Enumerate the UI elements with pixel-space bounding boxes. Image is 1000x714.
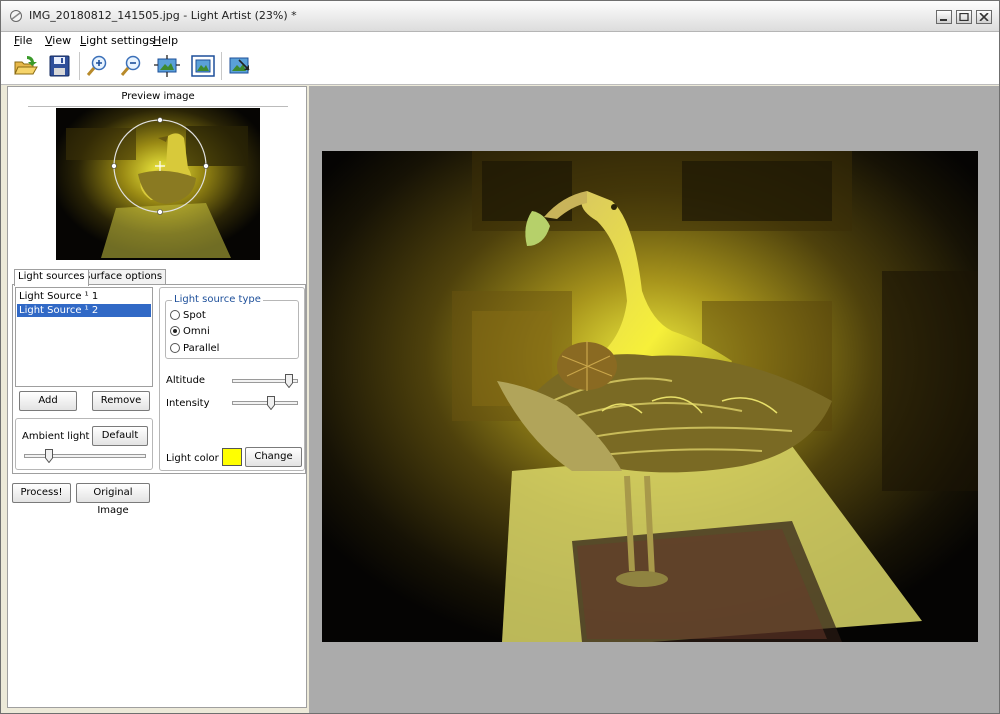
intensity-slider-track[interactable]	[232, 401, 298, 405]
processed-image[interactable]	[322, 151, 978, 642]
menu-help[interactable]: Help	[153, 34, 178, 47]
radio-spot-circle[interactable]	[170, 310, 180, 320]
menu-light-settings-rest: ight settings	[86, 34, 155, 47]
ambient-light-slider-track[interactable]	[24, 454, 146, 458]
radio-omni-circle[interactable]	[170, 326, 180, 336]
radio-spot[interactable]: Spot	[170, 310, 206, 321]
light-source-type-legend: Light source type	[172, 294, 263, 305]
actual-size-icon	[191, 55, 215, 77]
radio-spot-label: Spot	[183, 310, 206, 321]
menu-light-settings[interactable]: Light settings	[80, 34, 155, 47]
light-color-label: Light color	[166, 453, 219, 464]
zoom-out-icon	[120, 55, 141, 76]
title-bar[interactable]: IMG_20180812_141505.jpg - Light Artist (…	[1, 1, 999, 32]
preview-label: Preview image	[121, 91, 195, 102]
radio-parallel-circle[interactable]	[170, 343, 180, 353]
add-button[interactable]: Add	[19, 391, 77, 411]
save-button[interactable]	[47, 54, 73, 78]
process-button[interactable]: Process!	[12, 483, 71, 503]
save-disk-icon	[49, 55, 70, 77]
window-title: IMG_20180812_141505.jpg - Light Artist (…	[29, 9, 297, 22]
menu-file-rest: ile	[19, 34, 33, 47]
list-item[interactable]: Light Source ¹ 1	[17, 290, 151, 303]
toolbar-separator	[221, 52, 222, 80]
menu-view-rest: iew	[52, 34, 72, 47]
fit-window-icon	[154, 55, 180, 77]
change-color-button[interactable]: Change	[245, 447, 302, 467]
radio-parallel-label: Parallel	[183, 343, 220, 354]
original-image-button[interactable]: Original Image	[76, 483, 150, 516]
radio-parallel[interactable]: Parallel	[170, 343, 219, 354]
ambient-light-label: Ambient light	[22, 431, 90, 442]
radio-omni-label: Omni	[183, 326, 210, 337]
light-color-swatch[interactable]	[222, 448, 242, 466]
preview-image[interactable]	[56, 108, 260, 260]
zoom-in-button[interactable]	[85, 54, 111, 78]
tab-surface-options[interactable]: Surface options	[80, 269, 167, 285]
light-source-list[interactable]: Light Source ¹ 1 Light Source ¹ 2	[15, 287, 153, 387]
menu-help-rest: elp	[161, 34, 179, 47]
preview-frame	[28, 106, 288, 267]
default-button[interactable]: Default	[92, 426, 148, 446]
light-source-type-group: Light source type Spot Omni Parallel	[165, 294, 299, 359]
list-item-selected[interactable]: Light Source ¹ 2	[17, 304, 151, 317]
maximize-button[interactable]	[956, 10, 972, 24]
menu-view[interactable]: View	[45, 34, 71, 47]
image-viewer	[309, 86, 999, 713]
maximize-icon	[959, 13, 969, 21]
actual-size-button[interactable]	[190, 54, 216, 78]
ambient-light-slider-thumb[interactable]	[44, 449, 53, 463]
zoom-out-button[interactable]	[119, 54, 145, 78]
ambient-light-group: Ambient light Default	[15, 418, 153, 470]
app-icon	[10, 10, 22, 22]
control-panel: Preview image Light sources Surface opti…	[7, 86, 307, 708]
app-window: IMG_20180812_141505.jpg - Light Artist (…	[0, 0, 1000, 714]
menu-bar: File View Light settings Help	[1, 32, 999, 49]
export-image-icon	[229, 57, 250, 74]
fit-window-button[interactable]	[154, 54, 180, 78]
intensity-label: Intensity	[166, 398, 210, 409]
radio-omni[interactable]: Omni	[170, 326, 210, 337]
minimize-icon	[940, 19, 947, 21]
close-icon	[979, 13, 989, 21]
zoom-in-icon	[86, 55, 107, 76]
menu-file[interactable]: File	[14, 34, 32, 47]
altitude-slider-thumb[interactable]	[285, 374, 294, 388]
intensity-slider-thumb[interactable]	[266, 396, 275, 410]
open-button[interactable]	[13, 54, 39, 78]
remove-button[interactable]: Remove	[92, 391, 150, 411]
close-button[interactable]	[976, 10, 992, 24]
altitude-label: Altitude	[166, 375, 206, 386]
minimize-button[interactable]	[936, 10, 952, 24]
tab-light-sources[interactable]: Light sources	[14, 269, 89, 286]
tab-panel-light-sources: Light Source ¹ 1 Light Source ¹ 2 Add Re…	[12, 284, 306, 474]
export-image-button[interactable]	[227, 54, 253, 78]
toolbar	[1, 48, 999, 85]
toolbar-separator	[79, 52, 80, 80]
light-properties-group: Light source type Spot Omni Parallel Alt…	[159, 287, 305, 471]
open-folder-icon	[14, 56, 38, 75]
